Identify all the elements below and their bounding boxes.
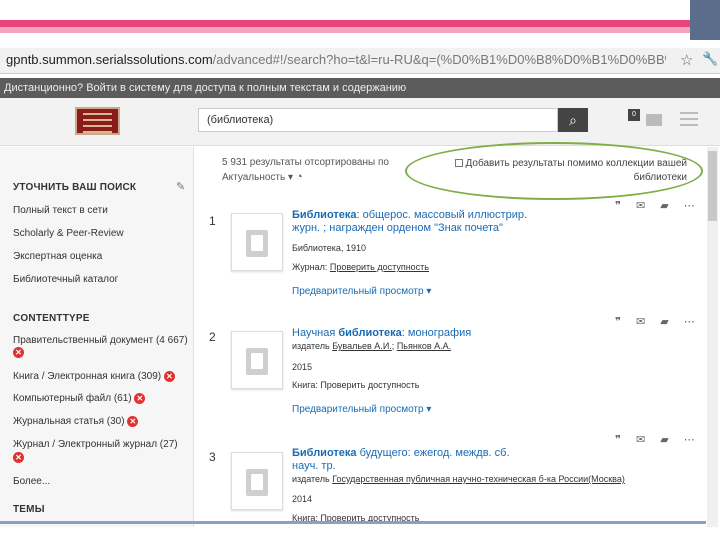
results-panel: 5 931 результаты отсортированы по Актуал… [195,142,705,527]
author-link[interactable]: Бувальев А.И. [332,341,392,351]
result-year: 2014 [292,494,313,504]
menu-icon[interactable] [680,112,698,130]
filter-scholarly[interactable]: Scholarly & Peer-Review [13,228,124,239]
result-actions[interactable]: ❞ ✉ ▰ ⋯ [615,199,701,212]
exclude-icon[interactable]: ✕ [163,371,175,382]
result-title[interactable]: Библиотека: общерос. массовый иллюстрир.… [292,209,552,235]
publisher-link[interactable]: Государственная публичная научно-техниче… [332,474,625,484]
preview-link[interactable]: Предварительный просмотр ▾ [292,286,431,297]
sort-dropdown[interactable]: Актуальность ▾ [222,172,293,183]
slide-corner [690,0,720,40]
saved-count-badge: 0 [628,109,640,121]
preview-link[interactable]: Предварительный просмотр ▾ [292,404,431,415]
topics-heading: ТЕМЫ [13,504,45,515]
result-publisher: издатель Государственная публичная научн… [292,474,625,484]
result-title[interactable]: Научная библиотека: монография [292,327,552,340]
result-year: 2015 [292,362,313,372]
result-number: 2 [209,330,216,344]
bookmark-star-icon[interactable]: ☆ [680,51,693,69]
exclude-icon[interactable]: ✕ [134,393,146,404]
wrench-icon[interactable]: 🔧 [702,51,718,67]
rss-icon[interactable]: ◔ [296,171,303,183]
contenttype-heading: CONTENTTYPE [13,313,90,324]
result-number: 1 [209,214,216,228]
result-title[interactable]: Библиотека будущего: ежегод. междв. сб. … [292,447,532,473]
slide-stripe [0,20,690,27]
sidebar: УТОЧНИТЬ ВАШ ПОИСК ✎ Полный текст в сети… [0,147,194,527]
contenttype-gov-doc[interactable]: Правительственный документ (4 667) [13,335,188,346]
slide-stripe-light [0,27,690,33]
exclude-icon[interactable]: ✕ [127,416,139,427]
contenttype-article[interactable]: Журнальная статья (30) ✕ [13,416,139,427]
check-availability-link[interactable]: Проверить доступность [330,262,429,272]
remote-login-notice[interactable]: Дистанционно? Войти в систему для доступ… [0,78,720,98]
highlight-oval [405,142,703,200]
result-count: 5 931 результаты отсортированы по [222,157,389,168]
scrollbar-thumb[interactable] [708,151,717,221]
library-logo[interactable] [75,107,120,135]
search-icon: ⌕ [569,111,577,128]
search-button[interactable]: ⌕ [558,108,588,132]
filter-fulltext[interactable]: Полный текст в сети [13,205,108,216]
pencil-icon[interactable]: ✎ [176,180,185,193]
folder-icon[interactable] [646,114,662,126]
result-thumbnail[interactable] [231,331,283,389]
contenttype-computer-file[interactable]: Компьютерный файл (61) ✕ [13,393,146,404]
scrollbar[interactable] [707,147,718,527]
slide-bottom-stripe [0,521,706,524]
exclude-icon[interactable]: ✕ [13,347,24,358]
result-thumbnail[interactable] [231,452,283,510]
result-number: 3 [209,450,216,464]
filter-catalog[interactable]: Библиотечный каталог [13,274,118,285]
author-link[interactable]: Пьянков А.А. [397,341,451,351]
url-path: /advanced#!/search?ho=t&l=ru-RU&q=(%D0%B… [212,52,666,67]
result-thumbnail[interactable] [231,213,283,271]
more-link[interactable]: Более... [13,476,50,487]
slide-top [0,0,720,20]
search-input[interactable]: (библиотека) [198,108,558,132]
result-format: Журнал: Проверить доступность [292,262,429,272]
refine-heading: УТОЧНИТЬ ВАШ ПОИСК [13,182,137,193]
slide-bottom [0,527,720,540]
url-host: gpntb.summon.serialssolutions.com [6,52,213,67]
result-actions[interactable]: ❞ ✉ ▰ ⋯ [615,315,701,328]
exclude-icon[interactable]: ✕ [13,452,24,463]
result-source: Библиотека, 1910 [292,243,366,253]
result-authors: издатель Бувальев А.И.; Пьянков А.А. [292,341,452,351]
contenttype-book[interactable]: Книга / Электронная книга (309) ✕ [13,371,175,382]
browser-address-bar[interactable]: gpntb.summon.serialssolutions.com/advanc… [0,48,720,74]
filter-peer-review[interactable]: Экспертная оценка [13,251,102,262]
url-field[interactable]: gpntb.summon.serialssolutions.com/advanc… [6,52,666,70]
header: (библиотека) ⌕ 0 [0,98,720,146]
result-actions[interactable]: ❞ ✉ ▰ ⋯ [615,433,701,446]
result-format[interactable]: Книга: Проверить доступность [292,380,419,390]
contenttype-journal[interactable]: Журнал / Электронный журнал (27) [13,439,178,450]
